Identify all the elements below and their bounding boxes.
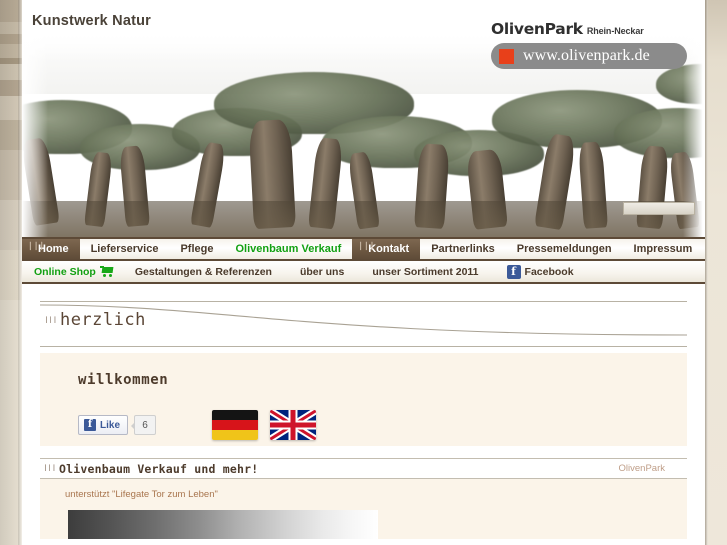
teaser-image[interactable] <box>68 510 378 539</box>
herzlich-heading-text: herzlich <box>59 310 146 330</box>
photo-left-fade <box>22 34 48 237</box>
tick-marks-icon: ❘❘❘ <box>27 241 45 250</box>
nav-item-label: Kontakt <box>368 243 410 255</box>
olivenbaum-section-byline: OlivenPark <box>618 463 665 474</box>
nav-item-ueber-uns[interactable]: über uns <box>286 266 358 278</box>
logo-region: Rhein-Neckar <box>586 26 644 36</box>
logo-square-icon <box>499 48 514 64</box>
facebook-like-count: 6 <box>131 415 157 435</box>
nav-item-label: Facebook <box>524 265 574 278</box>
olivenpark-logo[interactable]: OlivenPark Rhein-Neckar www.olivenpark.de <box>491 20 687 69</box>
nav-item-online-shop[interactable]: Online Shop <box>22 266 121 278</box>
nav-item-label: Partnerlinks <box>431 243 495 255</box>
shopping-cart-icon <box>99 266 114 277</box>
logo-url-pill[interactable]: www.olivenpark.de <box>491 43 687 69</box>
herzlich-banner: ❘❘❘ herzlich <box>40 301 687 347</box>
image-slider-control[interactable] <box>623 202 695 215</box>
british-flag-icon[interactable] <box>270 410 317 440</box>
nav-item-pflege[interactable]: Pflege <box>169 239 224 259</box>
nav-item-facebook[interactable]: f Facebook <box>493 264 588 279</box>
facebook-icon: f <box>84 419 96 431</box>
page-left-border <box>0 0 22 545</box>
nav-item-label: Pressemeldungen <box>516 243 612 255</box>
site-title: Kunstwerk Natur <box>32 13 152 29</box>
secondary-navigation: Online Shop Gestaltungen & Referenzen üb… <box>22 261 705 284</box>
logo-url-text: www.olivenpark.de <box>523 47 650 64</box>
support-text: unterstützt "Lifegate Tor zum Leben" <box>65 489 218 500</box>
nav-item-olivenbaum-verkauf[interactable]: Olivenbaum Verkauf <box>224 239 352 259</box>
logo-wordmark: OlivenPark <box>491 20 583 38</box>
page-header: Kunstwerk Natur OlivenPark Rhein-Neckar … <box>22 0 705 237</box>
nav-item-sortiment-2011[interactable]: unser Sortiment 2011 <box>358 266 492 278</box>
nav-item-label: Impressum <box>633 243 693 255</box>
olivenbaum-section-header: ❘❘❘ Olivenbaum Verkauf und mehr! OlivenPa… <box>40 458 687 479</box>
primary-navigation: ❘❘❘ Home Lieferservice Pflege Olivenbaum… <box>22 237 705 261</box>
facebook-like-label: Like <box>100 419 121 431</box>
nav-item-home[interactable]: ❘❘❘ Home <box>22 239 80 259</box>
nav-item-label: Lieferservice <box>90 243 159 255</box>
site-container: Kunstwerk Natur OlivenPark Rhein-Neckar … <box>22 0 705 545</box>
photo-ground <box>22 201 705 237</box>
olivenbaum-panel: unterstützt "Lifegate Tor zum Leben" <box>40 479 687 539</box>
facebook-icon: f <box>506 264 521 279</box>
nav-item-label: Online Shop <box>34 265 96 278</box>
nav-item-label: Olivenbaum Verkauf <box>235 243 342 255</box>
welcome-heading: willkommen <box>78 372 169 388</box>
nav-item-label: Gestaltungen & Referenzen <box>134 265 272 278</box>
tick-marks-icon: ❘❘❘ <box>357 241 375 250</box>
main-content: ❘❘❘ herzlich willkommen f Like 6 ❘❘❘ Oli… <box>22 301 705 539</box>
welcome-panel: willkommen f Like 6 <box>40 353 687 446</box>
olivenbaum-section-title: ❘❘❘ Olivenbaum Verkauf und mehr! <box>40 462 258 476</box>
nav-item-gestaltungen-referenzen[interactable]: Gestaltungen & Referenzen <box>121 266 286 278</box>
herzlich-heading: ❘❘❘ herzlich <box>44 310 146 330</box>
facebook-like-button[interactable]: f Like <box>78 415 129 435</box>
facebook-like-widget[interactable]: f Like 6 <box>78 415 157 435</box>
nav-item-pressemeldungen[interactable]: Pressemeldungen <box>506 239 623 259</box>
nav-item-label: Pflege <box>180 243 214 255</box>
nav-item-label: unser Sortiment 2011 <box>372 265 479 278</box>
nav-item-kontakt[interactable]: ❘❘❘ Kontakt <box>352 239 421 259</box>
nav-item-label: über uns <box>299 265 345 278</box>
logo-text-row: OlivenPark Rhein-Neckar <box>491 20 687 39</box>
olivenbaum-section-title-text: Olivenbaum Verkauf und mehr! <box>58 461 259 476</box>
nav-item-impressum[interactable]: Impressum <box>623 239 704 259</box>
social-row: f Like 6 <box>78 410 317 440</box>
page-right-border <box>705 0 727 545</box>
tick-marks-icon: ❘❘❘ <box>44 315 57 324</box>
tick-marks-icon: ❘❘❘ <box>43 462 56 472</box>
nav-item-lieferservice[interactable]: Lieferservice <box>80 239 170 259</box>
nav-item-partnerlinks[interactable]: Partnerlinks <box>420 239 506 259</box>
german-flag-icon[interactable] <box>212 410 259 440</box>
